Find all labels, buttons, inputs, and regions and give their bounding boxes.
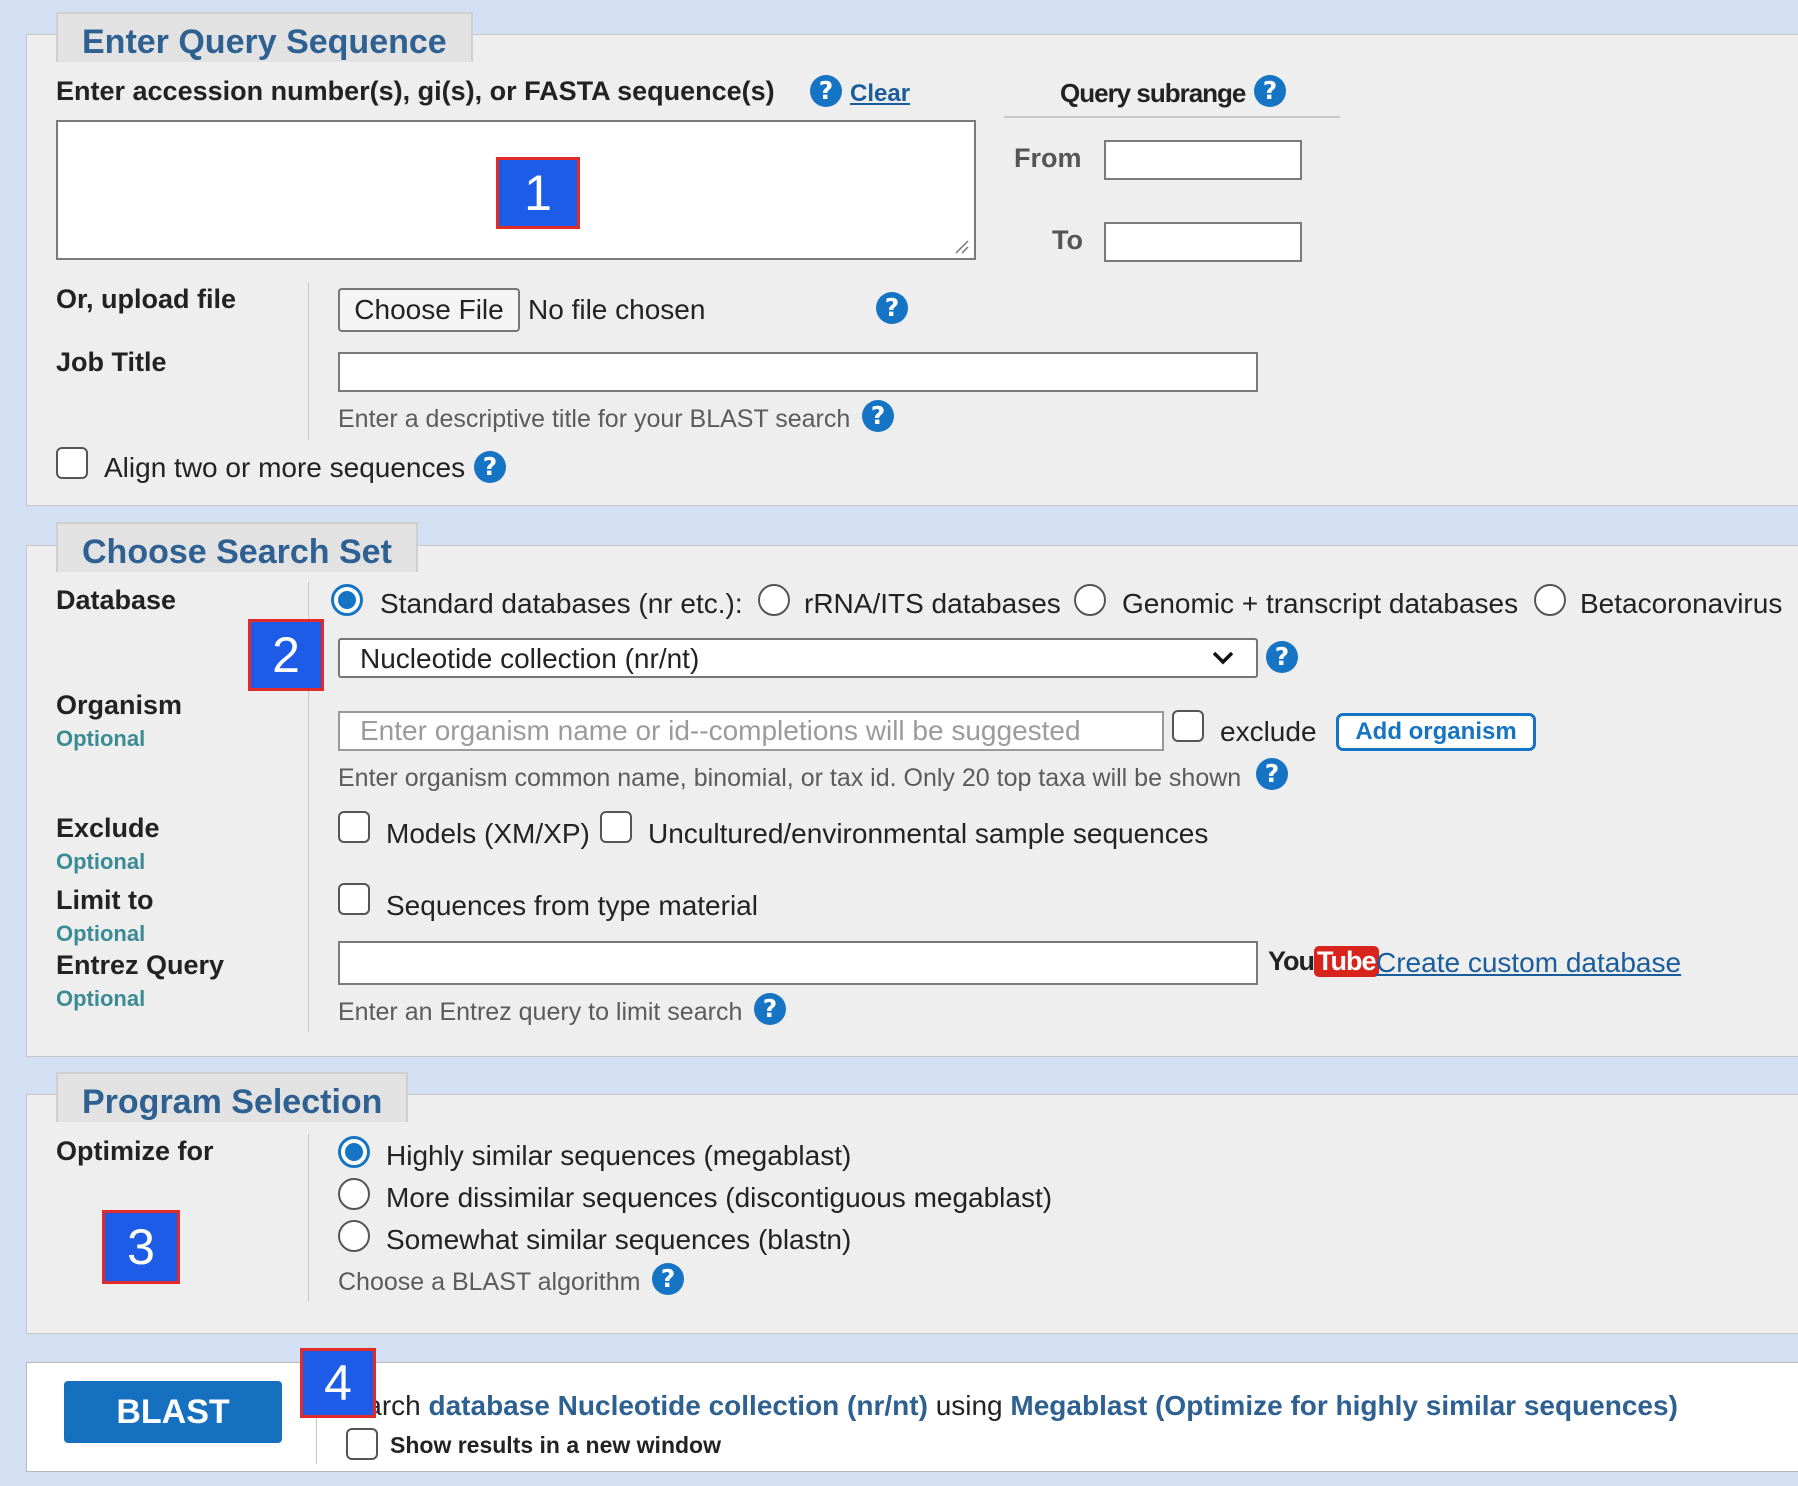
db-radio-betacoronavirus[interactable]: [1534, 584, 1566, 616]
annotation-badge-3: 3: [102, 1210, 180, 1284]
search-summary-program: Megablast (Optimize for highly similar s…: [1010, 1390, 1678, 1421]
exclude-label: Exclude: [56, 813, 160, 843]
database-label: Database: [56, 585, 177, 615]
database-select[interactable]: Nucleotide collection (nr/nt): [338, 638, 1258, 678]
chevron-down-icon: [1212, 650, 1234, 671]
entrez-hint: Enter an Entrez query to limit search: [338, 998, 743, 1026]
accession-label: Enter accession number(s), gi(s), or FAS…: [56, 76, 775, 106]
align-help-icon[interactable]: ?: [474, 451, 506, 483]
program-option-megablast: Highly similar sequences (megablast): [386, 1140, 852, 1171]
exclude-uncultured-label: Uncultured/environmental sample sequence…: [648, 818, 1209, 849]
organism-label: Organism: [56, 690, 183, 720]
query-legend: Enter Query Sequence: [56, 12, 473, 62]
clear-link[interactable]: Clear: [850, 80, 910, 108]
program-radio-blastn[interactable]: [338, 1220, 370, 1252]
search-summary: Search database Nucleotide collection (n…: [332, 1390, 1678, 1422]
program-panel: [26, 1094, 1798, 1334]
organism-optional: Optional: [56, 726, 146, 751]
entrez-optional: Optional: [56, 986, 146, 1011]
accession-help-icon[interactable]: ?: [810, 75, 842, 107]
upload-help-icon[interactable]: ?: [876, 292, 908, 324]
limit-type-material-label: Sequences from type material: [386, 890, 758, 921]
entrez-label: Entrez Query: [56, 950, 225, 980]
db-option-standard: Standard databases (nr etc.):: [380, 588, 743, 619]
db-radio-standard[interactable]: [331, 584, 363, 616]
program-help-icon[interactable]: ?: [652, 1263, 684, 1295]
database-help-icon[interactable]: ?: [1266, 641, 1298, 673]
no-file-text: No file chosen: [528, 294, 706, 325]
annotation-badge-2: 2: [248, 619, 324, 691]
to-input[interactable]: [1104, 222, 1302, 262]
search-summary-using: using: [935, 1390, 1003, 1421]
add-organism-button[interactable]: Add organism: [1336, 713, 1536, 751]
search-summary-database: database Nucleotide collection (nr/nt): [428, 1390, 928, 1421]
blast-button[interactable]: BLAST: [64, 1381, 282, 1443]
program-divider: [308, 1134, 309, 1302]
upload-label: Or, upload file: [56, 284, 237, 314]
subrange-divider: [1004, 116, 1340, 118]
from-label: From: [1014, 143, 1082, 173]
youtube-icon[interactable]: You Tube: [1268, 946, 1379, 980]
resize-handle-icon[interactable]: [955, 240, 969, 254]
limit-label: Limit to: [56, 885, 154, 915]
youtube-tube-text: Tube: [1314, 946, 1379, 977]
db-radio-rrna[interactable]: [758, 584, 790, 616]
to-label: To: [1052, 225, 1083, 255]
annotation-badge-1: 1: [496, 157, 580, 229]
new-window-label: Show results in a new window: [390, 1432, 721, 1458]
organism-help-icon[interactable]: ?: [1256, 758, 1288, 790]
organism-exclude-checkbox[interactable]: [1172, 710, 1204, 742]
organism-hint: Enter organism common name, binomial, or…: [338, 764, 1242, 792]
subrange-help-icon[interactable]: ?: [1254, 75, 1286, 107]
program-hint: Choose a BLAST algorithm: [338, 1268, 641, 1296]
from-input[interactable]: [1104, 140, 1302, 180]
youtube-you-text: You: [1268, 946, 1315, 976]
db-option-betacoronavirus: Betacoronavirus: [1580, 588, 1783, 619]
program-radio-megablast[interactable]: [338, 1136, 370, 1168]
db-option-rrna: rRNA/ITS databases: [804, 588, 1061, 619]
program-option-discontiguous: More dissimilar sequences (discontiguous…: [386, 1182, 1053, 1213]
job-title-label: Job Title: [56, 347, 167, 377]
align-checkbox[interactable]: [56, 447, 88, 479]
program-radio-discontiguous[interactable]: [338, 1178, 370, 1210]
job-title-input[interactable]: [338, 352, 1258, 392]
job-title-hint: Enter a descriptive title for your BLAST…: [338, 405, 851, 433]
organism-exclude-label: exclude: [1220, 716, 1317, 747]
program-option-blastn: Somewhat similar sequences (blastn): [386, 1224, 852, 1255]
new-window-checkbox[interactable]: [346, 1428, 378, 1460]
exclude-models-label: Models (XM/XP): [386, 818, 590, 849]
job-title-help-icon[interactable]: ?: [862, 400, 894, 432]
database-select-value: Nucleotide collection (nr/nt): [360, 643, 700, 674]
entrez-help-icon[interactable]: ?: [754, 993, 786, 1025]
db-option-genomic: Genomic + transcript databases: [1122, 588, 1519, 619]
align-label: Align two or more sequences: [104, 452, 466, 483]
optimize-label: Optimize for: [56, 1136, 214, 1166]
limit-optional: Optional: [56, 921, 146, 946]
organism-placeholder: Enter organism name or id--completions w…: [360, 715, 1081, 746]
subrange-title: Query subrange: [1060, 78, 1246, 108]
choose-file-button[interactable]: Choose File: [338, 288, 520, 332]
program-legend: Program Selection: [56, 1072, 409, 1122]
db-radio-genomic[interactable]: [1074, 584, 1106, 616]
annotation-badge-4: 4: [300, 1348, 376, 1418]
limit-type-material-checkbox[interactable]: [338, 883, 370, 915]
entrez-input[interactable]: [338, 941, 1258, 985]
create-custom-database-link[interactable]: Create custom database: [1376, 947, 1681, 979]
exclude-uncultured-checkbox[interactable]: [600, 811, 632, 843]
exclude-optional: Optional: [56, 849, 146, 874]
query-divider: [308, 282, 309, 440]
exclude-models-checkbox[interactable]: [338, 811, 370, 843]
search-set-legend: Choose Search Set: [56, 522, 418, 572]
